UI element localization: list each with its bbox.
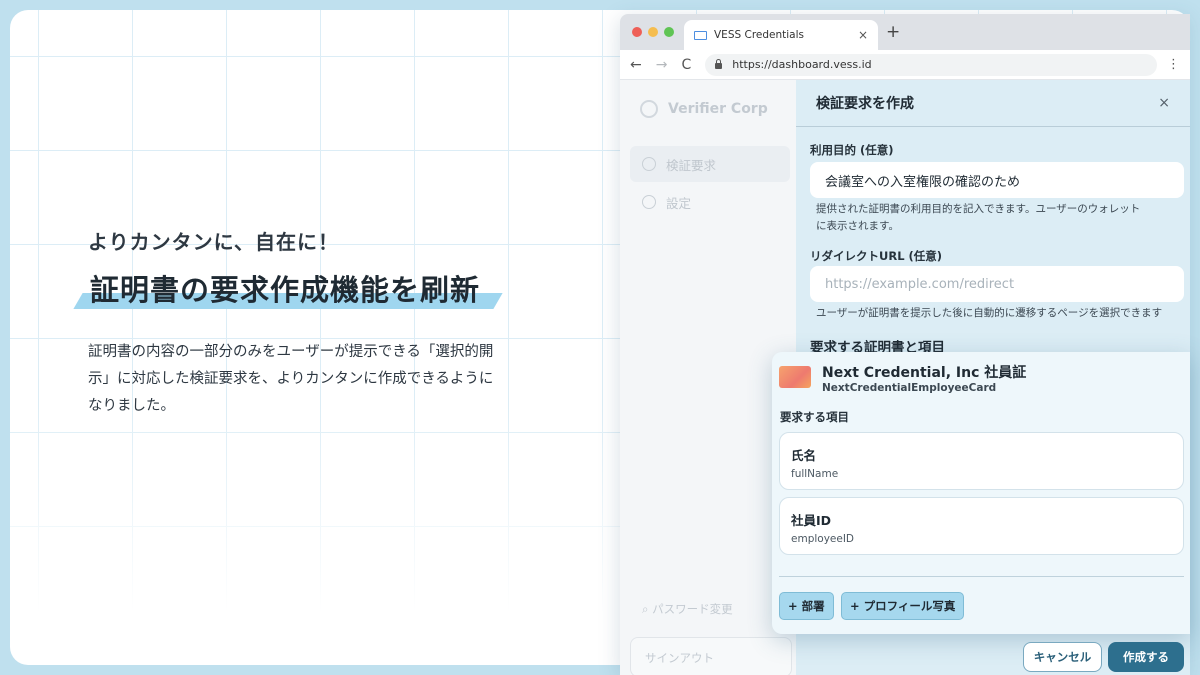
- tab-bar: VESS Credentials × +: [620, 14, 1190, 50]
- sidebar-item-verification-requests[interactable]: 検証要求: [630, 146, 790, 182]
- tab-title: VESS Credentials: [714, 29, 804, 41]
- check-circle-icon: [642, 157, 656, 171]
- back-arrow-icon[interactable]: ←: [630, 57, 642, 73]
- gear-icon: [642, 195, 656, 209]
- minimize-window-button[interactable]: [648, 27, 658, 37]
- signout-button[interactable]: サインアウト: [630, 637, 792, 675]
- close-window-button[interactable]: [632, 27, 642, 37]
- create-button[interactable]: 作成する: [1108, 642, 1184, 672]
- tab-close-icon[interactable]: ×: [858, 28, 868, 42]
- brand-logo-icon: [640, 100, 658, 118]
- requested-item-employeeid[interactable]: 社員ID employeeID: [779, 497, 1184, 555]
- panel-header: 検証要求を作成 ×: [796, 80, 1190, 127]
- requested-items-label: 要求する項目: [780, 410, 849, 424]
- lock-icon: [715, 58, 723, 69]
- close-icon[interactable]: ×: [1158, 95, 1170, 111]
- hero-title-wrap: 証明書の要求作成機能を刷新: [73, 267, 503, 309]
- sidebar: Verifier Corp 検証要求 設定 ⌕ パスワード変更 サインアウト: [620, 80, 796, 675]
- hero-subtitle: よりカンタンに、自在に！: [88, 230, 339, 254]
- add-profile-photo-chip[interactable]: + プロフィール写真: [841, 592, 965, 620]
- hero-description: 証明書の内容の一部分のみをユーザーが提示できる「選択的開示」に対応した検証要求を…: [88, 344, 494, 414]
- sidebar-item-label: 検証要求: [666, 157, 717, 173]
- item-key: fullName: [791, 468, 839, 480]
- redirect-url-hint: ユーザーが証明書を提示した後に自動的に遷移するページを選択できます: [816, 307, 1163, 319]
- new-tab-icon[interactable]: +: [886, 22, 900, 42]
- item-name: 氏名: [791, 448, 817, 463]
- purpose-hint-line-2: に表示されます。: [816, 220, 899, 232]
- item-name: 社員ID: [791, 513, 832, 528]
- panel-title: 検証要求を作成: [816, 96, 914, 112]
- browser-menu-icon[interactable]: ⋮: [1167, 57, 1180, 72]
- item-key: employeeID: [791, 533, 855, 545]
- cancel-button[interactable]: キャンセル: [1023, 642, 1102, 672]
- purpose-input[interactable]: 会議室への入室権限の確認のため: [810, 162, 1184, 198]
- credential-name: Next Credential, Inc 社員証: [822, 365, 1027, 381]
- key-icon: ⌕: [642, 602, 649, 616]
- sidebar-item-settings[interactable]: 設定: [630, 184, 790, 220]
- credential-type-id: NextCredentialEmployeeCard: [822, 382, 997, 394]
- hero-title: 証明書の要求作成機能を刷新: [90, 273, 481, 307]
- brand: Verifier Corp: [640, 100, 768, 118]
- sidebar-item-label: 設定: [666, 195, 692, 211]
- requested-item-fullname[interactable]: 氏名 fullName: [779, 432, 1184, 490]
- browser-tab[interactable]: VESS Credentials ×: [684, 20, 878, 50]
- purpose-label: 利用目的 (任意): [810, 143, 894, 157]
- credential-card: Next Credential, Inc 社員証 NextCredentialE…: [772, 352, 1190, 634]
- password-change-link[interactable]: ⌕ パスワード変更: [642, 601, 733, 617]
- address-bar: ← → C https://dashboard.vess.id ⋮: [620, 50, 1190, 80]
- mail-icon: [694, 30, 707, 40]
- forward-arrow-icon[interactable]: →: [656, 57, 668, 73]
- redirect-url-label: リダイレクトURL (任意): [810, 249, 943, 263]
- maximize-window-button[interactable]: [664, 27, 674, 37]
- purpose-hint-line-1: 提供された証明書の利用目的を記入できます。ユーザーのウォレット: [816, 203, 1141, 215]
- add-department-chip[interactable]: + 部署: [779, 592, 834, 620]
- hero-section: よりカンタンに、自在に！ 証明書の要求作成機能を刷新 証明書の内容の一部分のみを…: [73, 226, 528, 420]
- brand-name: Verifier Corp: [668, 101, 768, 117]
- credential-thumbnail: [779, 366, 811, 388]
- url-field[interactable]: https://dashboard.vess.id: [705, 53, 1157, 76]
- redirect-url-input[interactable]: [810, 266, 1184, 302]
- reload-icon[interactable]: C: [681, 57, 691, 73]
- divider: [779, 576, 1184, 577]
- password-change-label: パスワード変更: [652, 602, 733, 616]
- url-text: https://dashboard.vess.id: [732, 58, 872, 71]
